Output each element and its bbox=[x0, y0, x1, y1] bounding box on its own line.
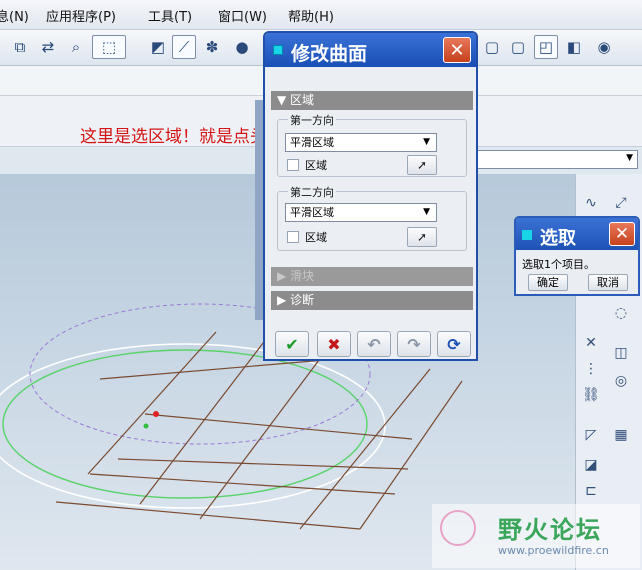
second-direction-label: 第二方向 bbox=[288, 184, 336, 200]
menu-item-help[interactable]: 帮助(H) bbox=[288, 6, 334, 25]
round-icon[interactable]: ◎ bbox=[610, 370, 632, 392]
cursor-arrow-icon: ➚ bbox=[416, 230, 428, 244]
dialog-title: 修改曲面 bbox=[291, 43, 368, 65]
regen-icon[interactable]: ⧉ bbox=[8, 35, 32, 59]
hidden-line-icon[interactable]: ▢ bbox=[506, 35, 530, 59]
refresh-icon: ⟳ bbox=[447, 334, 461, 354]
chevron-down-icon: ▼ bbox=[626, 153, 633, 163]
menu-item-window[interactable]: 窗口(W) bbox=[218, 6, 267, 25]
undo-button[interactable]: ↶ bbox=[357, 331, 391, 357]
wireframe-icon[interactable]: ▢ bbox=[480, 35, 504, 59]
second-direction-select[interactable]: 平滑区域 ▼ bbox=[285, 203, 437, 222]
chevron-down-icon: ▼ bbox=[423, 137, 430, 147]
first-direction-pick-button[interactable]: ➚ bbox=[407, 155, 437, 175]
second-direction-pick-button[interactable]: ➚ bbox=[407, 227, 437, 247]
surface-edit-icon[interactable]: ◫ bbox=[610, 342, 632, 364]
modify-surface-title-bar[interactable]: 修改曲面 ✕ bbox=[265, 33, 476, 67]
control-point-green bbox=[143, 423, 149, 429]
binoculars-icon[interactable]: ⌕ bbox=[64, 35, 88, 59]
close-button[interactable]: ✕ bbox=[443, 37, 471, 63]
saved-views-icon[interactable]: ◉ bbox=[592, 35, 616, 59]
spinning-center-icon[interactable]: ✽ bbox=[200, 35, 224, 59]
step-icon[interactable]: ⊏ bbox=[580, 480, 602, 502]
modify-surface-icon[interactable]: ◪ bbox=[580, 454, 602, 476]
second-direction-region-label: 区域 bbox=[305, 231, 327, 244]
second-direction-select-value: 平滑区域 bbox=[290, 206, 334, 219]
white-boundary-curve bbox=[0, 343, 386, 509]
second-direction-region-checkbox[interactable] bbox=[287, 231, 299, 243]
edge-select-icon[interactable]: ◸ bbox=[580, 424, 602, 446]
first-direction-label: 第一方向 bbox=[288, 112, 336, 128]
menu-item-tools[interactable]: 工具(T) bbox=[148, 6, 192, 25]
diagnosis-section-header[interactable]: ▶ 诊断 bbox=[271, 291, 473, 310]
sketched-curve-icon[interactable]: ∿ bbox=[580, 192, 602, 214]
forum-watermark: 野火论坛 www.proewildfire.cn bbox=[432, 504, 640, 568]
first-direction-select-value: 平滑区域 bbox=[290, 136, 334, 149]
undo-icon: ↶ bbox=[367, 334, 381, 354]
select-dialog-title: 选取 bbox=[540, 228, 576, 249]
redo-button[interactable]: ↷ bbox=[397, 331, 431, 357]
filter-combo[interactable]: ▼ bbox=[470, 150, 638, 169]
first-direction-select[interactable]: 平滑区域 ▼ bbox=[285, 133, 437, 152]
control-point-red bbox=[153, 411, 159, 417]
select-dialog: 选取 ✕ 选取1个项目。 确定 取消 bbox=[514, 216, 640, 296]
watermark-url: www.proewildfire.cn bbox=[498, 544, 609, 557]
select-title-bar[interactable]: 选取 ✕ bbox=[516, 218, 638, 250]
modify-surface-dialog: 修改曲面 ✕ ▼ 区域 第一方向 平滑区域 ▼ 区域 ➚ 第二方向 平滑区域 ▼… bbox=[263, 31, 478, 361]
chevron-right-icon: ▶ bbox=[277, 293, 291, 307]
region-section-label: 区域 bbox=[290, 93, 315, 107]
diagnosis-section-label: 诊断 bbox=[290, 293, 315, 307]
sketch-icon[interactable]: ◩ bbox=[146, 35, 170, 59]
chevron-down-icon: ▼ bbox=[277, 93, 291, 107]
datum-curve-icon[interactable]: ⟋ bbox=[172, 35, 196, 59]
cursor-arrow-icon: ➚ bbox=[416, 158, 428, 172]
menu-bar: 息(N) 应用程序(P) 工具(T) 窗口(W) 帮助(H) bbox=[0, 0, 642, 30]
select-close-button[interactable]: ✕ bbox=[609, 222, 635, 246]
chevron-right-icon: ▶ bbox=[277, 269, 291, 283]
slider-section-header: ▶ 滑块 bbox=[271, 267, 473, 286]
slider-section-label: 滑块 bbox=[290, 269, 315, 283]
selection-box-icon[interactable]: ⬚ bbox=[92, 35, 126, 59]
x-icon: ✖ bbox=[327, 334, 341, 354]
chain-icon[interactable]: ⛓ bbox=[580, 384, 602, 406]
cancel-button[interactable]: ✖ bbox=[317, 331, 351, 357]
first-direction-region-label: 区域 bbox=[305, 159, 327, 172]
relations-icon[interactable]: ⇄ bbox=[36, 35, 60, 59]
redo-icon: ↷ bbox=[407, 334, 421, 354]
region-section-header[interactable]: ▼ 区域 bbox=[271, 91, 473, 110]
menu-item-info[interactable]: 息(N) bbox=[0, 6, 29, 25]
window-icon bbox=[522, 230, 532, 240]
watermark-name: 野火论坛 bbox=[498, 516, 602, 544]
chevron-down-icon: ▼ bbox=[423, 207, 430, 217]
shading-icon[interactable]: ◧ bbox=[562, 35, 586, 59]
vertical-offset-icon[interactable]: ⋮ bbox=[580, 358, 602, 380]
butterfly-logo-icon bbox=[440, 510, 476, 546]
comment-icon[interactable]: ◌ bbox=[610, 302, 632, 324]
no-hidden-icon[interactable]: ◰ bbox=[534, 35, 558, 59]
menu-item-applications[interactable]: 应用程序(P) bbox=[46, 6, 116, 25]
ok-button[interactable]: ✔ bbox=[275, 331, 309, 357]
control-mesh bbox=[55, 331, 463, 530]
refresh-button[interactable]: ⟳ bbox=[437, 331, 471, 357]
window-icon bbox=[273, 45, 283, 55]
link-icon[interactable]: ⤢ bbox=[610, 192, 632, 214]
trim-icon[interactable]: ✕ bbox=[580, 332, 602, 354]
sphere-shading-icon[interactable]: ● bbox=[230, 35, 254, 59]
select-message: 选取1个项目。 bbox=[522, 258, 595, 271]
check-icon: ✔ bbox=[285, 334, 299, 354]
grid-icon[interactable]: ▦ bbox=[610, 424, 632, 446]
select-cancel-button[interactable]: 取消 bbox=[588, 274, 628, 291]
select-ok-button[interactable]: 确定 bbox=[528, 274, 568, 291]
first-direction-region-checkbox[interactable] bbox=[287, 159, 299, 171]
